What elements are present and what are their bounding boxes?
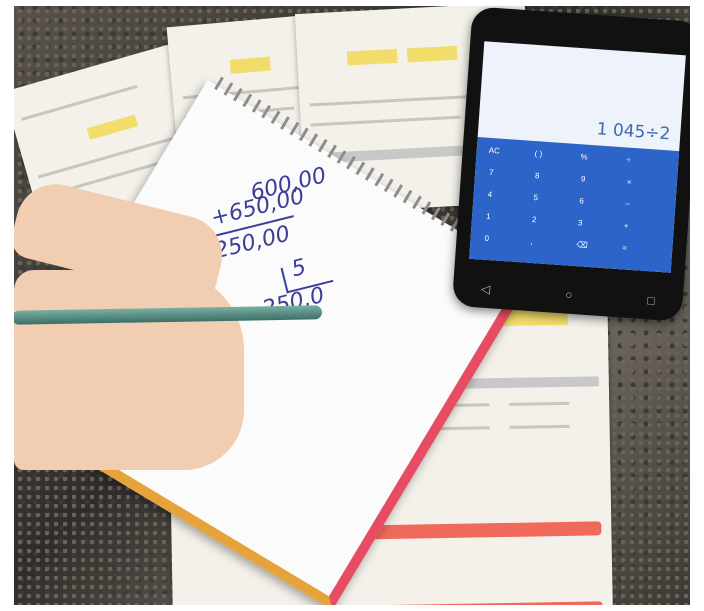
calculator-display: 1 045÷2 (596, 119, 671, 145)
key-1[interactable]: 1 (486, 212, 491, 221)
home-icon[interactable]: ○ (565, 288, 573, 302)
key-backspace[interactable]: ⌫ (576, 240, 588, 250)
key-minus[interactable]: − (625, 199, 630, 208)
smartphone: 1 045÷2 AC ( ) % ÷ 7 8 9 × 4 5 6 − 1 2 3… (451, 6, 703, 322)
key-plus[interactable]: + (623, 221, 628, 230)
key-8[interactable]: 8 (535, 171, 540, 180)
back-icon[interactable]: ◁ (481, 282, 491, 297)
key-7[interactable]: 7 (489, 168, 494, 177)
key-percent[interactable]: % (580, 152, 588, 161)
key-equals[interactable]: = (622, 243, 627, 252)
key-9[interactable]: 9 (581, 174, 586, 183)
key-ac[interactable]: AC (488, 146, 500, 156)
key-parens[interactable]: ( ) (534, 149, 542, 159)
hand-palm (14, 270, 244, 470)
key-multiply[interactable]: × (627, 178, 632, 187)
photo-frame: 600,00 +650,00 1250,00 5 250,0 1 045÷2 A… (0, 0, 704, 611)
key-3[interactable]: 3 (578, 218, 583, 227)
key-comma[interactable]: , (530, 237, 533, 246)
recents-icon[interactable]: □ (647, 293, 655, 307)
key-divide[interactable]: ÷ (626, 155, 631, 164)
key-0[interactable]: 0 (484, 234, 489, 243)
key-4[interactable]: 4 (487, 190, 492, 199)
calculator-keypad: AC ( ) % ÷ 7 8 9 × 4 5 6 − 1 2 3 + 0 , ⌫… (469, 137, 680, 273)
key-6[interactable]: 6 (579, 196, 584, 205)
calculator-screen: 1 045÷2 AC ( ) % ÷ 7 8 9 × 4 5 6 − 1 2 3… (469, 41, 686, 273)
key-2[interactable]: 2 (532, 215, 537, 224)
phone-navbar: ◁ ○ □ (481, 282, 656, 308)
key-5[interactable]: 5 (533, 193, 538, 202)
